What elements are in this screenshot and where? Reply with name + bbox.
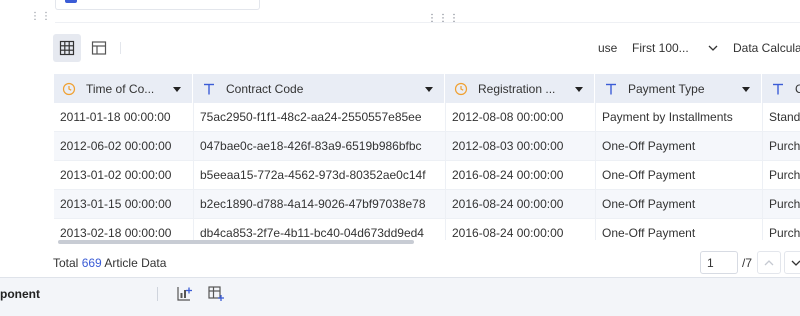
cell-time: 2013-01-02 00:00:00 [54, 161, 194, 190]
data-calculation-label[interactable]: Data Calcula [733, 41, 800, 55]
toolbar-divider [120, 42, 121, 54]
cell-time: 2013-02-18 00:00:00 [54, 219, 194, 240]
table-row[interactable]: 2013-02-18 00:00:00 db4ca853-2f7e-4b11-b… [54, 219, 800, 240]
clock-icon [62, 82, 76, 95]
column-header-extra[interactable]: C [763, 74, 800, 103]
column-header-time[interactable]: Time of Co... [54, 74, 193, 103]
cell-registration: 2012-08-08 00:00:00 [446, 103, 596, 132]
sort-caret-icon[interactable] [741, 84, 751, 94]
horizontal-scrollbar[interactable] [58, 240, 414, 244]
column-label: Payment Type [628, 81, 705, 96]
grid-icon [59, 40, 75, 56]
table-toolbar: use First 100... Data Calcula [53, 34, 800, 62]
cell-registration: 2012-08-03 00:00:00 [446, 132, 596, 161]
checkbox-icon[interactable] [65, 0, 77, 3]
add-chart-icon[interactable] [176, 285, 194, 303]
use-label: use [598, 41, 618, 55]
next-page-button[interactable] [784, 251, 800, 274]
chevron-up-icon [764, 259, 774, 265]
cell-contract-code: db4ca853-2f7e-4b11-bc40-04d673dd9ed4 [194, 219, 446, 240]
cell-payment-type: One-Off Payment [596, 219, 763, 240]
component-bar: ponent [0, 277, 800, 316]
chevron-down-icon [791, 260, 800, 266]
cell-payment-type: Payment by Installments [596, 103, 763, 132]
cell-contract-code: 75ac2950-f1f1-48c2-aa24-2550557e85ee [194, 103, 446, 132]
sort-caret-icon[interactable] [424, 84, 434, 94]
add-table-icon[interactable] [207, 285, 225, 303]
cell-payment-type: One-Off Payment [596, 161, 763, 190]
total-count-label: Total 669 Article Data [53, 256, 166, 270]
column-label: Registration ... [478, 81, 556, 96]
layout-icon [91, 41, 107, 55]
total-prefix: Total [53, 256, 79, 270]
cell-contract-code: 047bae0c-ae18-426f-83a9-6519b986bfbc [194, 132, 446, 161]
cell-time: 2012-06-02 00:00:00 [54, 132, 194, 161]
total-count: 669 [81, 256, 102, 270]
bar-divider [157, 287, 158, 301]
table-row[interactable]: 2012-06-02 00:00:00 047bae0c-ae18-426f-8… [54, 132, 800, 161]
partial-card [55, 0, 260, 10]
component-bar-title: ponent [0, 287, 40, 301]
drag-handle-icon[interactable]: ⋮⋮ [30, 12, 51, 28]
data-table: Time of Co... Contract Code Registration… [54, 74, 800, 240]
cell-extra: Purcha [763, 219, 800, 240]
cell-time: 2013-01-15 00:00:00 [54, 190, 194, 219]
row-limit-select[interactable]: First 100... [625, 34, 725, 62]
cell-payment-type: One-Off Payment [596, 190, 763, 219]
layout-view-button[interactable] [85, 34, 113, 62]
prev-page-button[interactable] [757, 251, 781, 274]
column-header-contract-code[interactable]: Contract Code [194, 74, 445, 103]
cell-contract-code: b5eeaa15-772a-4562-973d-80352ae0c14f [194, 161, 446, 190]
column-label: Contract Code [226, 81, 304, 96]
table-header: Time of Co... Contract Code Registration… [54, 74, 800, 103]
column-label: Time of Co... [86, 81, 155, 96]
table-footer: Total 669 Article Data /7 [53, 251, 800, 275]
cell-payment-type: One-Off Payment [596, 132, 763, 161]
clock-icon [454, 82, 468, 95]
table-row[interactable]: 2011-01-18 00:00:00 75ac2950-f1f1-48c2-a… [54, 103, 800, 132]
cell-extra: Purcha [763, 190, 800, 219]
divider [55, 22, 800, 23]
text-type-icon [204, 83, 214, 94]
cell-extra: Standi [763, 103, 800, 132]
sort-caret-icon[interactable] [172, 84, 182, 94]
table-row[interactable]: 2013-01-02 00:00:00 b5eeaa15-772a-4562-9… [54, 161, 800, 190]
table-row[interactable]: 2013-01-15 00:00:00 b2ec1890-d788-4a14-9… [54, 190, 800, 219]
page-number-input[interactable] [700, 251, 738, 274]
cell-extra: Purcha [763, 161, 800, 190]
column-label: C [795, 81, 800, 96]
page-total: /7 [742, 256, 753, 270]
cell-registration: 2016-08-24 00:00:00 [446, 161, 596, 190]
cell-time: 2011-01-18 00:00:00 [54, 103, 194, 132]
column-header-registration[interactable]: Registration ... [446, 74, 595, 103]
cell-registration: 2016-08-24 00:00:00 [446, 190, 596, 219]
chevron-down-icon [708, 45, 718, 51]
cell-registration: 2016-08-24 00:00:00 [446, 219, 596, 240]
column-header-payment-type[interactable]: Payment Type [596, 74, 762, 103]
text-type-icon [606, 83, 616, 94]
text-type-icon [773, 83, 783, 94]
cell-extra: Purcha [763, 132, 800, 161]
cell-contract-code: b2ec1890-d788-4a14-9026-47bf97038e78 [194, 190, 446, 219]
row-limit-value: First 100... [632, 41, 689, 55]
grid-view-button[interactable] [53, 34, 81, 62]
sort-caret-icon[interactable] [574, 84, 584, 94]
total-suffix: Article Data [104, 256, 167, 270]
